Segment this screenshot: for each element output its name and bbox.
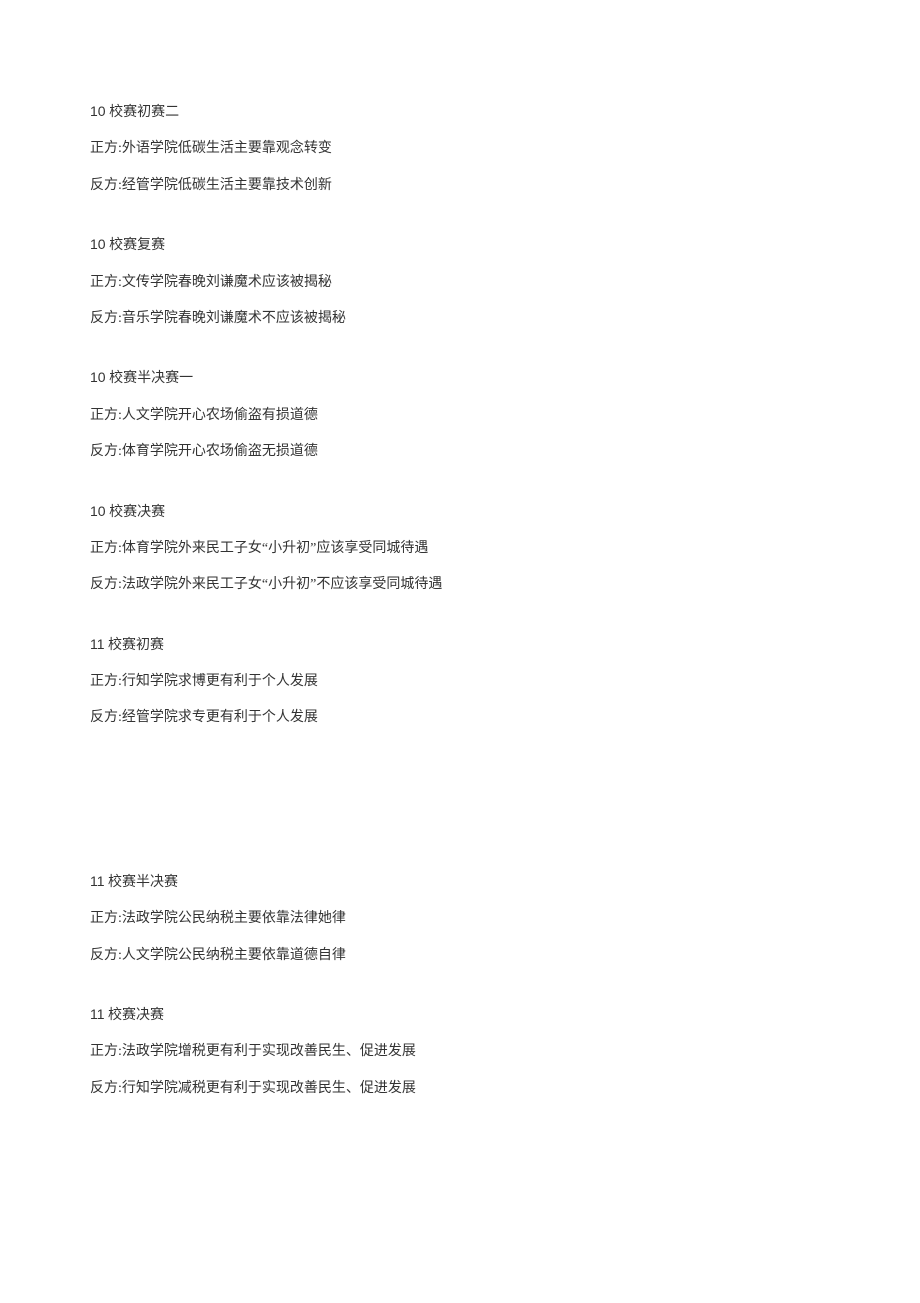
title-text: 校赛初赛: [105, 638, 165, 653]
con-side: 反方:音乐学院春晚刘谦魔术不应该被揭秘: [90, 308, 830, 330]
section-title: 10 校赛半决赛一: [90, 366, 830, 390]
pro-side: 正方:人文学院开心农场偷盗有损道德: [90, 405, 830, 427]
debate-section: 10 校赛半决赛一 正方:人文学院开心农场偷盗有损道德 反方:体育学院开心农场偷…: [90, 366, 830, 463]
title-number: 10: [90, 369, 106, 385]
debate-section: 11 校赛半决赛 正方:法政学院公民纳税主要依靠法律她律 反方:人文学院公民纳税…: [90, 870, 830, 967]
pro-side: 正方:文传学院春晚刘谦魔术应该被揭秘: [90, 272, 830, 294]
debate-section: 11 校赛决赛 正方:法政学院增税更有利于实现改善民生、促进发展 反方:行知学院…: [90, 1003, 830, 1100]
section-title: 11 校赛决赛: [90, 1003, 830, 1027]
title-number: 10: [90, 103, 106, 119]
title-number: 10: [90, 236, 106, 252]
title-text: 校赛半决赛: [105, 875, 179, 890]
pro-side: 正方:行知学院求博更有利于个人发展: [90, 671, 830, 693]
pro-side: 正方:外语学院低碳生活主要靠观念转变: [90, 138, 830, 160]
debate-section: 10 校赛复赛 正方:文传学院春晚刘谦魔术应该被揭秘 反方:音乐学院春晚刘谦魔术…: [90, 233, 830, 330]
title-text: 校赛复赛: [106, 238, 166, 253]
con-side: 反方:行知学院减税更有利于实现改善民生、促进发展: [90, 1078, 830, 1100]
title-number: 11: [90, 636, 105, 652]
section-title: 10 校赛决赛: [90, 500, 830, 524]
title-number: 11: [90, 873, 105, 889]
pro-side: 正方:法政学院公民纳税主要依靠法律她律: [90, 908, 830, 930]
title-number: 11: [90, 1006, 105, 1022]
pro-side: 正方:法政学院增税更有利于实现改善民生、促进发展: [90, 1041, 830, 1063]
con-side: 反方:法政学院外来民工子女“小升初”不应该享受同城待遇: [90, 574, 830, 596]
section-title: 10 校赛初赛二: [90, 100, 830, 124]
con-side: 反方:经管学院求专更有利于个人发展: [90, 707, 830, 729]
con-side: 反方:人文学院公民纳税主要依靠道德自律: [90, 945, 830, 967]
title-text: 校赛决赛: [105, 1008, 165, 1023]
section-title: 11 校赛半决赛: [90, 870, 830, 894]
debate-section: 10 校赛决赛 正方:体育学院外来民工子女“小升初”应该享受同城待遇 反方:法政…: [90, 500, 830, 597]
title-text: 校赛决赛: [106, 505, 166, 520]
debate-section: 10 校赛初赛二 正方:外语学院低碳生活主要靠观念转变 反方:经管学院低碳生活主…: [90, 100, 830, 197]
title-number: 10: [90, 503, 106, 519]
title-text: 校赛半决赛一: [106, 371, 194, 386]
debate-section: 11 校赛初赛 正方:行知学院求博更有利于个人发展 反方:经管学院求专更有利于个…: [90, 633, 830, 730]
title-text: 校赛初赛二: [106, 105, 180, 120]
con-side: 反方:经管学院低碳生活主要靠技术创新: [90, 175, 830, 197]
section-title: 10 校赛复赛: [90, 233, 830, 257]
section-title: 11 校赛初赛: [90, 633, 830, 657]
con-side: 反方:体育学院开心农场偷盗无损道德: [90, 441, 830, 463]
pro-side: 正方:体育学院外来民工子女“小升初”应该享受同城待遇: [90, 538, 830, 560]
